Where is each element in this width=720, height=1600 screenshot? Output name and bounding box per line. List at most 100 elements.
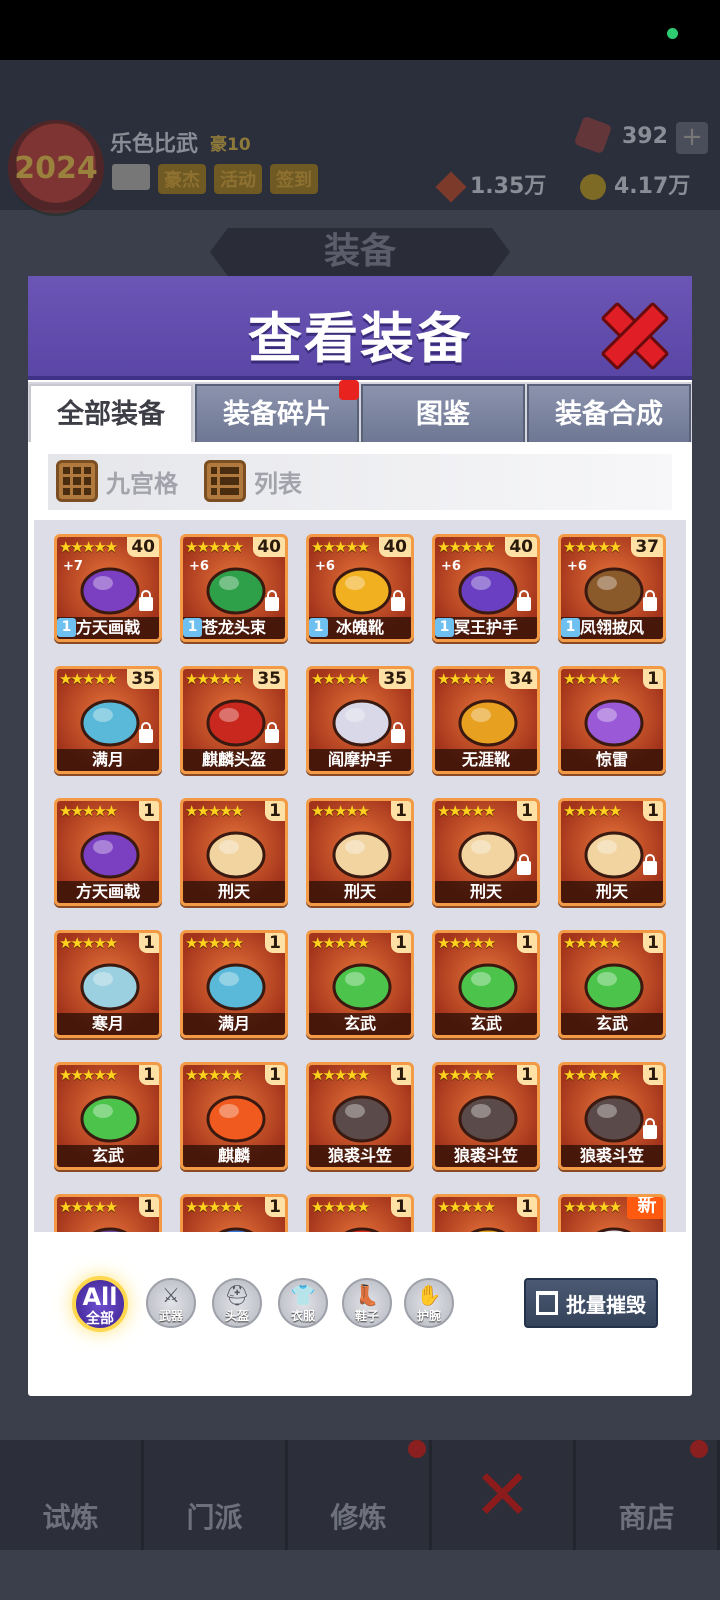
jade-charm-icon	[458, 963, 518, 1011]
equipment-item[interactable]: ★★★★★ 1	[180, 1194, 288, 1232]
equipment-item[interactable]: ★★★★★ 1 惊雷	[558, 666, 666, 774]
item-level: 1	[391, 801, 411, 821]
dragon-headband-icon	[206, 567, 266, 615]
filter-helmet[interactable]: ⛑ 头盔	[212, 1278, 262, 1328]
lock-icon	[391, 722, 405, 743]
equipment-item[interactable]: ★★★★★ 1 刑天	[432, 798, 540, 906]
star-rating: ★★★★★	[59, 1066, 118, 1084]
clothes-icon: 👕	[290, 1283, 316, 1307]
filter-clothes[interactable]: 👕 衣服	[278, 1278, 328, 1328]
equipment-item[interactable]: ★★★★★ 35 阎摩护手	[306, 666, 414, 774]
status-indicator-dot	[667, 28, 678, 39]
bulk-destroy-button[interactable]: 批量摧毁	[524, 1278, 658, 1328]
list-view-toggle[interactable]: 列表	[204, 460, 302, 502]
item-level: 1	[391, 1065, 411, 1085]
equipment-item[interactable]: ★★★★★ 1 麒麟	[180, 1062, 288, 1170]
new-badge: 新	[627, 1197, 663, 1219]
player-name: 乐色比武	[110, 132, 199, 157]
jade-charm-icon	[332, 963, 392, 1011]
equipment-item[interactable]: ★★★★★ 35 满月	[54, 666, 162, 774]
events-button: 活动	[214, 164, 262, 194]
item-name: 玄武	[435, 1013, 537, 1035]
star-rating: ★★★★★	[311, 1198, 370, 1216]
item-level: 1	[391, 933, 411, 953]
equipment-item[interactable]: ★★★★★ 1 狼裘斗笠	[558, 1062, 666, 1170]
checkin-button: 签到	[270, 164, 318, 194]
tab-all-equipment[interactable]: 全部装备	[29, 384, 193, 442]
lock-icon	[265, 722, 279, 743]
equipment-item[interactable]: ★★★★★ 40 +6 冰魄靴 1	[306, 534, 414, 642]
jade-charm-icon	[80, 1095, 140, 1143]
equipment-item[interactable]: ★★★★★ 1 玄武	[54, 1062, 162, 1170]
equipment-item[interactable]: ★★★★★ 40 +7 方天画戟 1	[54, 534, 162, 642]
header-buttons: 豪杰 活动 签到	[112, 164, 318, 194]
equipment-item[interactable]: ★★★★★ 35 麒麟头盔	[180, 666, 288, 774]
filter-weapon[interactable]: ⚔ 武器	[146, 1278, 196, 1328]
equipment-item[interactable]: ★★★★★ 37 +6 凤翎披风 1	[558, 534, 666, 642]
equipment-item[interactable]: ★★★★★ 1 满月	[180, 930, 288, 1038]
jade-charm-icon	[584, 963, 644, 1011]
rank-badge: 1	[57, 618, 76, 637]
item-name: 麒麟头盔	[183, 749, 285, 771]
equipment-item[interactable]: ★★★★★ 1 寒月	[54, 930, 162, 1038]
equipment-item[interactable]: ★★★★★ 新	[558, 1194, 666, 1232]
moon-blade-icon	[206, 963, 266, 1011]
item-level: 40	[253, 537, 285, 557]
item-name: 刑天	[309, 881, 411, 903]
star-rating: ★★★★★	[59, 934, 118, 952]
halberd-icon	[80, 831, 140, 879]
helmet-icon	[206, 699, 266, 747]
filter-bracer[interactable]: ✋ 护腕	[404, 1278, 454, 1328]
rank-badge: 1	[435, 618, 454, 637]
item-name: 刑天	[183, 881, 285, 903]
equipment-item[interactable]: ★★★★★ 34 无涯靴	[432, 666, 540, 774]
item-level: 1	[391, 1197, 411, 1217]
section-title: 装备	[210, 228, 510, 276]
notification-dot	[408, 1440, 426, 1458]
star-rating: ★★★★★	[563, 802, 622, 820]
straw-hat-icon	[332, 1095, 392, 1143]
lightning-spear-icon	[584, 699, 644, 747]
weapon-icon: ⚔	[162, 1283, 180, 1307]
star-rating: ★★★★★	[437, 1198, 496, 1216]
star-rating: ★★★★★	[185, 934, 244, 952]
item-level: 35	[379, 669, 411, 689]
lock-icon	[643, 1118, 657, 1139]
item-level: 1	[643, 801, 663, 821]
filter-shoe[interactable]: 👢 鞋子	[342, 1278, 392, 1328]
heroes-button: 豪杰	[158, 164, 206, 194]
equipment-item[interactable]: ★★★★★ 40 +6 苍龙头束 1	[180, 534, 288, 642]
item-level: 1	[265, 801, 285, 821]
equipment-item[interactable]: ★★★★★ 1 狼裘斗笠	[432, 1062, 540, 1170]
equipment-item[interactable]: ★★★★★ 1 刑天	[306, 798, 414, 906]
tab-equipment-synthesis[interactable]: 装备合成	[527, 384, 691, 442]
boots-icon	[458, 699, 518, 747]
star-rating: ★★★★★	[437, 1066, 496, 1084]
equipment-item[interactable]: ★★★★★ 1	[306, 1194, 414, 1232]
equipment-item[interactable]: ★★★★★ 1 刑天	[180, 798, 288, 906]
item-name: 玄武	[561, 1013, 663, 1035]
tab-equipment-fragments[interactable]: 装备碎片	[195, 380, 359, 442]
equipment-item[interactable]: ★★★★★ 1	[432, 1194, 540, 1232]
item-name: 方天画戟	[57, 881, 159, 903]
star-rating: ★★★★★	[437, 802, 496, 820]
equipment-item[interactable]: ★★★★★ 1 刑天	[558, 798, 666, 906]
item-name: 狼裘斗笠	[309, 1145, 411, 1167]
lock-icon	[517, 854, 531, 875]
item-level: 1	[139, 933, 159, 953]
grid-view-toggle[interactable]: 九宫格	[56, 460, 178, 502]
filter-all-button[interactable]: All 全部	[72, 1276, 128, 1332]
item-name: 无涯靴	[435, 749, 537, 771]
equipment-item[interactable]: ★★★★★ 1	[54, 1194, 162, 1232]
lock-icon	[265, 590, 279, 611]
tab-collection[interactable]: 图鉴	[361, 384, 525, 442]
equipment-item[interactable]: ★★★★★ 1 方天画戟	[54, 798, 162, 906]
item-level: 35	[127, 669, 159, 689]
equipment-item[interactable]: ★★★★★ 1 玄武	[558, 930, 666, 1038]
equipment-item[interactable]: ★★★★★ 1 玄武	[432, 930, 540, 1038]
equipment-item[interactable]: ★★★★★ 40 +6 冥王护手 1	[432, 534, 540, 642]
equipment-item[interactable]: ★★★★★ 1 玄武	[306, 930, 414, 1038]
close-button[interactable]	[602, 302, 662, 362]
star-rating: ★★★★★	[185, 802, 244, 820]
equipment-item[interactable]: ★★★★★ 1 狼裘斗笠	[306, 1062, 414, 1170]
